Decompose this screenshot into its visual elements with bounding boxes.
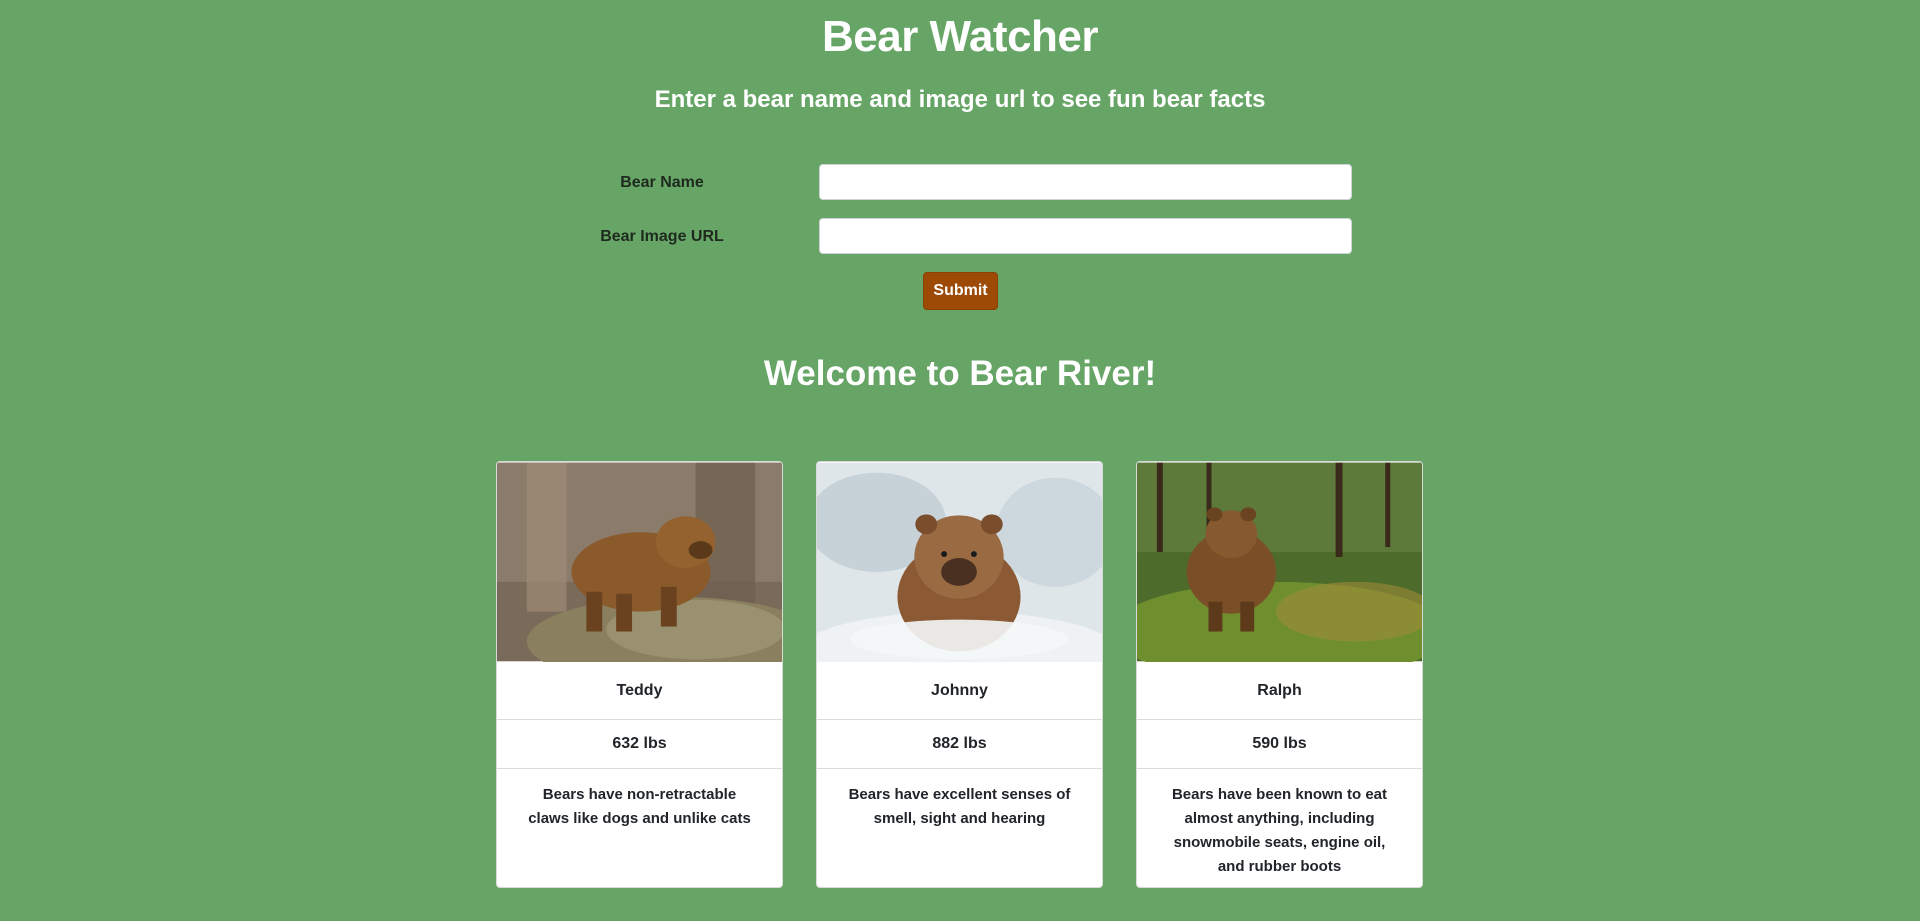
bear-fact: Bears have excellent senses of smell, si…	[848, 786, 1071, 827]
page-subtitle: Enter a bear name and image url to see f…	[654, 86, 1266, 113]
bear-weight: 590 lbs	[1137, 720, 1422, 769]
bear-name-input[interactable]	[819, 164, 1352, 200]
submit-button[interactable]: Submit	[923, 272, 998, 310]
page: Bear Watcher Enter a bear name and image…	[0, 0, 1920, 921]
bear-card: Johnny 882 lbs Bears have excellent sens…	[816, 461, 1103, 888]
bear-card: Ralph 590 lbs Bears have been known to e…	[1136, 461, 1423, 888]
bear-fact: Bears have been known to eat almost anyt…	[1171, 786, 1388, 875]
bear-url-row: Bear Image URL	[0, 218, 1920, 256]
bear-name: Teddy	[497, 662, 782, 720]
welcome-heading: Welcome to Bear River!	[763, 354, 1157, 393]
bear-fact: Bears have non-retractable claws like do…	[528, 786, 751, 827]
bear-card: Teddy 632 lbs Bears have non-retractable…	[496, 461, 783, 888]
bear-name: Ralph	[1137, 662, 1422, 720]
bear-weight: 882 lbs	[817, 720, 1102, 769]
bear-name-label: Bear Name	[620, 174, 704, 191]
bear-name: Johnny	[817, 662, 1102, 720]
bear-image	[1137, 462, 1422, 662]
bear-name-row: Bear Name	[0, 164, 1920, 202]
bear-url-input[interactable]	[819, 218, 1352, 254]
bear-weight: 632 lbs	[497, 720, 782, 769]
bear-image	[497, 462, 782, 662]
page-title: Bear Watcher	[821, 12, 1099, 61]
bear-url-label: Bear Image URL	[600, 228, 724, 245]
bear-image	[817, 462, 1102, 662]
